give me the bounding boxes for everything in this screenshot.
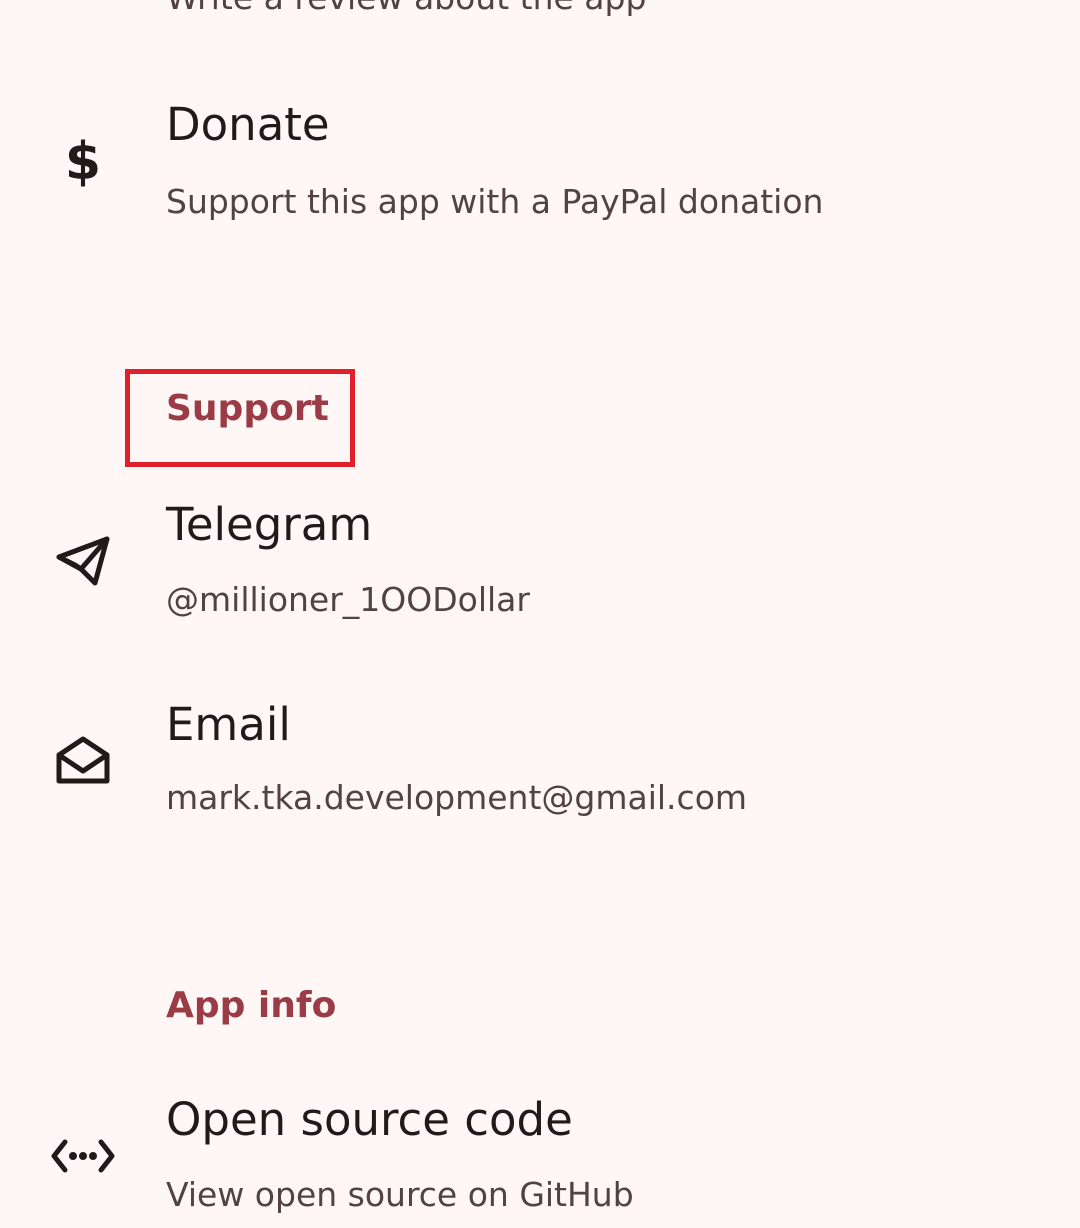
telegram-subtitle: @millioner_1OODollar — [166, 580, 530, 619]
dollar-icon: $ — [48, 126, 118, 196]
rate-item-subtitle[interactable]: Write a review about the app — [166, 0, 646, 17]
email-title: Email — [166, 698, 291, 751]
telegram-icon — [48, 526, 118, 596]
donate-item[interactable]: $ Donate Support this app with a PayPal … — [0, 90, 1080, 250]
email-item[interactable]: Email mark.tka.development@gmail.com — [0, 690, 1080, 850]
open-source-item[interactable]: Open source code View open source on Git… — [0, 1085, 1080, 1228]
svg-text:$: $ — [65, 133, 101, 189]
donate-subtitle: Support this app with a PayPal donation — [166, 182, 824, 221]
code-icon — [48, 1121, 118, 1191]
support-section-header: Support — [166, 388, 329, 429]
telegram-title: Telegram — [166, 498, 373, 551]
donate-title: Donate — [166, 98, 330, 151]
email-subtitle: mark.tka.development@gmail.com — [166, 778, 748, 817]
app-info-section-header: App info — [166, 985, 337, 1026]
open-source-title: Open source code — [166, 1093, 573, 1146]
open-source-subtitle: View open source on GitHub — [166, 1175, 634, 1214]
settings-page: Write a review about the app $ Donate Su… — [0, 0, 1080, 1228]
telegram-item[interactable]: Telegram @millioner_1OODollar — [0, 490, 1080, 650]
email-icon — [48, 726, 118, 796]
